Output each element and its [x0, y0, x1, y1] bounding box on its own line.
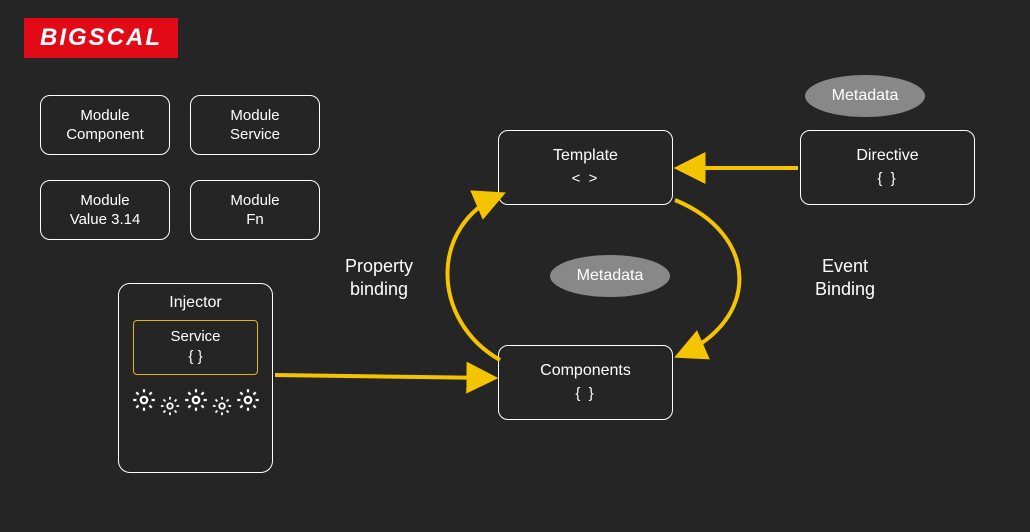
directive-sub: { }	[877, 169, 897, 189]
gear-icon	[183, 387, 209, 413]
text: Property	[345, 255, 413, 278]
service-inner-box: Service { }	[133, 320, 258, 375]
text: Module	[80, 106, 129, 126]
gears-group	[119, 387, 272, 417]
arrow-property-binding	[448, 195, 501, 360]
text: binding	[345, 278, 413, 301]
logo: BIGSCAL	[24, 18, 178, 58]
module-fn-box: Module Fn	[190, 180, 320, 240]
components-title: Components	[540, 361, 631, 382]
components-box: Components { }	[498, 345, 673, 420]
text: Module	[230, 106, 279, 126]
gear-icon	[159, 395, 181, 417]
gear-icon	[211, 395, 233, 417]
text: Component	[66, 125, 144, 145]
template-sub: < >	[572, 169, 600, 189]
metadata-label: Metadata	[832, 87, 899, 105]
module-value-box: Module Value 3.14	[40, 180, 170, 240]
module-component-box: Module Component	[40, 95, 170, 155]
text: Service	[230, 125, 280, 145]
text: Binding	[815, 278, 875, 301]
text: Fn	[246, 210, 264, 230]
service-braces: { }	[134, 347, 257, 367]
property-binding-label: Property binding	[345, 255, 413, 302]
service-label: Service	[134, 327, 257, 347]
metadata-ellipse-top: Metadata	[805, 75, 925, 117]
injector-box: Injector Service { }	[118, 283, 273, 473]
metadata-ellipse-mid: Metadata	[550, 255, 670, 297]
arrow-event-binding	[675, 200, 739, 355]
event-binding-label: Event Binding	[815, 255, 875, 302]
text: Module	[230, 191, 279, 211]
directive-box: Directive { }	[800, 130, 975, 205]
text: Value 3.14	[70, 210, 141, 230]
text: Event	[815, 255, 875, 278]
template-box: Template < >	[498, 130, 673, 205]
module-service-box: Module Service	[190, 95, 320, 155]
directive-title: Directive	[856, 146, 918, 167]
components-sub: { }	[575, 384, 595, 404]
injector-title: Injector	[119, 294, 272, 312]
text: Module	[80, 191, 129, 211]
template-title: Template	[553, 146, 618, 167]
gear-icon	[235, 387, 261, 413]
metadata-label: Metadata	[577, 267, 644, 285]
arrow-injector-components	[275, 375, 492, 378]
gear-icon	[131, 387, 157, 413]
